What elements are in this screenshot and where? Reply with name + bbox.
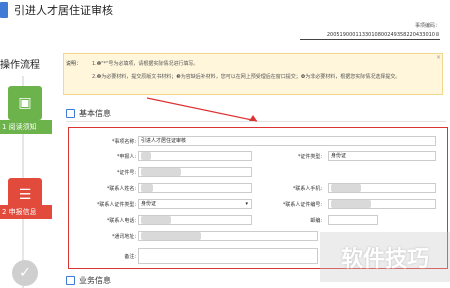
applicant-input[interactable]	[138, 151, 252, 161]
section-icon	[66, 276, 75, 285]
close-icon[interactable]: ×	[436, 54, 441, 61]
email-label: 邮编:	[310, 218, 322, 224]
remark-label: 备注:	[124, 254, 136, 260]
notice-line-1: 1.❶"*"号为必填项，请根据实际情况进行填写。	[92, 61, 199, 67]
step-read-notice-label[interactable]: 1 阅读须知	[0, 120, 52, 134]
id-type-value: 身份证	[331, 153, 347, 159]
contact-id-type-value: 身份证	[141, 201, 157, 207]
contact-phone-input[interactable]	[328, 183, 436, 193]
id-number-label: *证件号:	[116, 170, 136, 176]
step-complete: ✓	[12, 260, 38, 286]
applicant-label: *申报人:	[116, 154, 136, 160]
contact-id-number-label: *联系人证件编号:	[282, 202, 322, 208]
notice-label: 说明：	[66, 61, 82, 67]
form-icon: ☰	[18, 187, 32, 203]
section-icon	[66, 109, 75, 118]
contact-phone-label: *联系人手机:	[292, 186, 322, 192]
flow-title: 操作流程	[0, 60, 40, 71]
item-name-label: *事项名称:	[111, 139, 136, 145]
step-submit-info-label[interactable]: 2 申报信息	[0, 205, 52, 219]
section-business-info: 业务信息	[66, 275, 111, 286]
section-business-title: 业务信息	[79, 276, 111, 285]
contact-id-number-input[interactable]	[328, 199, 436, 209]
id-number-input[interactable]	[138, 167, 252, 177]
chevron-down-icon: ▾	[245, 201, 248, 207]
step-read-notice[interactable]: ▣	[8, 86, 42, 120]
page-title: 引进人才居住证审核	[14, 4, 113, 17]
section-basic-title: 基本信息	[79, 109, 111, 118]
remark-textarea[interactable]	[138, 248, 318, 264]
address-label: *通讯地址:	[111, 234, 136, 240]
contact-id-type-select[interactable]: 身份证 ▾	[138, 199, 252, 209]
watermark: 软件技巧	[320, 232, 450, 282]
id-type-label: *证件类型:	[297, 154, 322, 160]
page: 引进人才居住证审核 事项编码： 200519000113301080024935…	[0, 0, 450, 288]
id-type-select[interactable]: 身份证	[328, 151, 436, 161]
section-basic-info: 基本信息	[66, 108, 111, 119]
address-input[interactable]	[138, 231, 318, 241]
notice-line-2: 2.❷为必要材料，提交原版文书材料；❸为容缺后补材料，您可以在网上预受理后在窗口…	[92, 74, 401, 80]
item-code-label: 事项编码：	[414, 23, 440, 29]
email-input[interactable]	[328, 215, 378, 225]
item-code-value: 2005190001133010800249358220433010８	[326, 32, 440, 38]
item-name-input[interactable]: 引进人才居住证审核	[138, 136, 436, 146]
divider	[300, 39, 440, 40]
divider	[66, 121, 446, 122]
app-icon	[0, 2, 8, 18]
contact-name-input[interactable]	[138, 183, 252, 193]
book-icon: ▣	[18, 95, 32, 111]
title-bar: 引进人才居住证审核	[0, 0, 450, 22]
contact-id-type-label: *联系人证件类型:	[96, 202, 136, 208]
check-icon: ✓	[19, 265, 31, 281]
contact-tel-input[interactable]	[138, 215, 252, 225]
contact-name-label: *联系人姓名:	[106, 186, 136, 192]
contact-tel-label: *联系人电话:	[106, 218, 136, 224]
